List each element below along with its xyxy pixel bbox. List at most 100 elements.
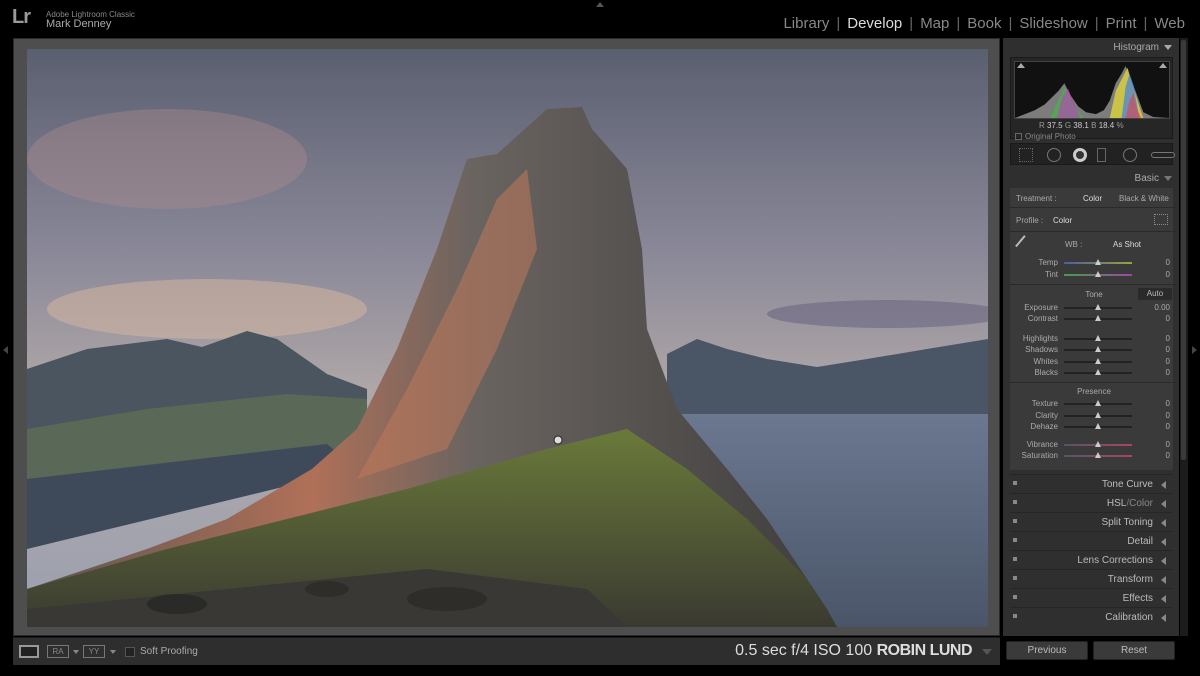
panel-switch-icon[interactable] (1013, 519, 1017, 523)
module-book[interactable]: Book (960, 15, 1008, 32)
original-photo-checkbox[interactable] (1015, 133, 1022, 140)
red-eye-icon[interactable] (1073, 148, 1087, 162)
slider-thumb[interactable] (1095, 335, 1101, 341)
module-print[interactable]: Print (1099, 15, 1144, 32)
slider-thumb[interactable] (1095, 369, 1101, 375)
chevron-down-icon[interactable] (110, 650, 116, 654)
panel-title-hsl[interactable]: HSL (1107, 498, 1126, 509)
treatment-bw-option[interactable]: Black & White (1119, 194, 1169, 203)
original-photo-toggle[interactable]: Original Photo (1015, 132, 1076, 141)
slider-value[interactable]: 0 (1150, 334, 1170, 343)
tone-curve-panel-header[interactable]: Tone Curve (1010, 474, 1173, 493)
graduated-filter-icon[interactable] (1097, 148, 1106, 162)
slider-value[interactable]: 0 (1150, 440, 1170, 449)
wb-eyedropper-icon[interactable] (1015, 235, 1035, 255)
calibration-panel-header[interactable]: Calibration (1010, 607, 1173, 626)
slider-thumb[interactable] (1095, 412, 1101, 418)
slider-value[interactable]: 0 (1150, 399, 1170, 408)
panel-switch-icon[interactable] (1013, 614, 1017, 618)
spot-removal-icon[interactable] (1047, 148, 1061, 162)
slider-thumb[interactable] (1095, 259, 1101, 265)
panel-switch-icon[interactable] (1013, 576, 1017, 580)
slider-thumb[interactable] (1095, 400, 1101, 406)
wb-select[interactable]: As Shot (1113, 240, 1141, 249)
crop-overlay-icon[interactable] (1019, 148, 1033, 162)
panel-switch-icon[interactable] (1013, 481, 1017, 485)
slider-value[interactable]: 0 (1150, 258, 1170, 267)
auto-tone-button[interactable]: Auto (1138, 288, 1172, 300)
slider-thumb[interactable] (1095, 423, 1101, 429)
before-after-top-bottom-button[interactable]: YY (83, 645, 105, 658)
highlights-slider-track[interactable] (1064, 335, 1132, 341)
slider-thumb[interactable] (1095, 315, 1101, 321)
lens-corrections-panel-header[interactable]: Lens Corrections (1010, 550, 1173, 569)
saturation-slider-track[interactable] (1064, 452, 1132, 458)
loupe-view-icon[interactable] (19, 645, 39, 658)
basic-header[interactable]: Basic (1003, 169, 1179, 188)
slider-thumb[interactable] (1095, 358, 1101, 364)
profile-browser-icon[interactable] (1154, 214, 1168, 225)
hsl-panel-header[interactable]: HSL/Color (1010, 493, 1173, 512)
slider-thumb[interactable] (1095, 304, 1101, 310)
toolbar-menu-icon[interactable] (982, 649, 992, 655)
transform-panel-header[interactable]: Transform (1010, 569, 1173, 588)
collapse-right-panel-icon[interactable] (1192, 346, 1197, 354)
slider-value[interactable]: 0 (1150, 357, 1170, 366)
contrast-slider-track[interactable] (1064, 315, 1132, 321)
split-toning-panel-header[interactable]: Split Toning (1010, 512, 1173, 531)
blacks-slider-track[interactable] (1064, 369, 1132, 375)
panel-switch-icon[interactable] (1013, 557, 1017, 561)
soft-proofing-checkbox[interactable] (125, 647, 135, 657)
effects-panel-header[interactable]: Effects (1010, 588, 1173, 607)
before-after-left-right-button[interactable]: RA (47, 645, 69, 658)
detail-panel-header[interactable]: Detail (1010, 531, 1173, 550)
treatment-color-option[interactable]: Color (1083, 194, 1102, 203)
slider-value[interactable]: 0.00 (1150, 303, 1170, 312)
module-slideshow[interactable]: Slideshow (1012, 15, 1094, 32)
panel-title-color[interactable]: Color (1129, 498, 1153, 509)
photo-preview[interactable] (27, 49, 988, 627)
slider-label: Texture (1031, 399, 1058, 408)
panel-switch-icon[interactable] (1013, 538, 1017, 542)
shadows-slider-track[interactable] (1064, 346, 1132, 352)
histogram-header[interactable]: Histogram (1003, 38, 1179, 57)
slider-value[interactable]: 0 (1150, 345, 1170, 354)
module-library[interactable]: Library (776, 15, 836, 32)
clarity-slider-track[interactable] (1064, 412, 1132, 418)
tint-slider-track[interactable] (1064, 271, 1132, 277)
module-develop[interactable]: Develop (840, 15, 909, 32)
slider-value[interactable]: 0 (1150, 451, 1170, 460)
adjustment-brush-icon[interactable] (1151, 152, 1175, 158)
slider-label: Blacks (1034, 368, 1058, 377)
slider-value[interactable]: 0 (1150, 314, 1170, 323)
collapse-top-panel-icon[interactable] (596, 2, 604, 7)
previous-button[interactable]: Previous (1006, 641, 1088, 660)
slider-value[interactable]: 0 (1150, 368, 1170, 377)
vibrance-slider-track[interactable] (1064, 441, 1132, 447)
module-map[interactable]: Map (913, 15, 956, 32)
profile-select[interactable]: Color (1053, 216, 1072, 225)
panel-switch-icon[interactable] (1013, 595, 1017, 599)
collapse-left-panel-icon[interactable] (3, 346, 8, 354)
exposure-slider-track[interactable] (1064, 304, 1132, 310)
whites-slider-track[interactable] (1064, 358, 1132, 364)
slider-thumb[interactable] (1095, 271, 1101, 277)
radial-filter-icon[interactable] (1123, 148, 1137, 162)
slider-value[interactable]: 0 (1150, 411, 1170, 420)
dehaze-slider-track[interactable] (1064, 423, 1132, 429)
chevron-down-icon[interactable] (73, 650, 79, 654)
texture-slider-track[interactable] (1064, 400, 1132, 406)
slider-thumb[interactable] (1095, 346, 1101, 352)
highlight-clipping-icon[interactable] (1159, 63, 1167, 68)
shadow-clipping-icon[interactable] (1017, 63, 1025, 68)
panel-switch-icon[interactable] (1013, 500, 1017, 504)
scrollbar-thumb[interactable] (1181, 40, 1186, 460)
slider-thumb[interactable] (1095, 452, 1101, 458)
temp-slider-track[interactable] (1064, 259, 1132, 265)
reset-button[interactable]: Reset (1093, 641, 1175, 660)
histogram-graph[interactable] (1014, 61, 1170, 119)
module-web[interactable]: Web (1147, 15, 1192, 32)
slider-value[interactable]: 0 (1150, 270, 1170, 279)
slider-value[interactable]: 0 (1150, 422, 1170, 431)
slider-thumb[interactable] (1095, 441, 1101, 447)
